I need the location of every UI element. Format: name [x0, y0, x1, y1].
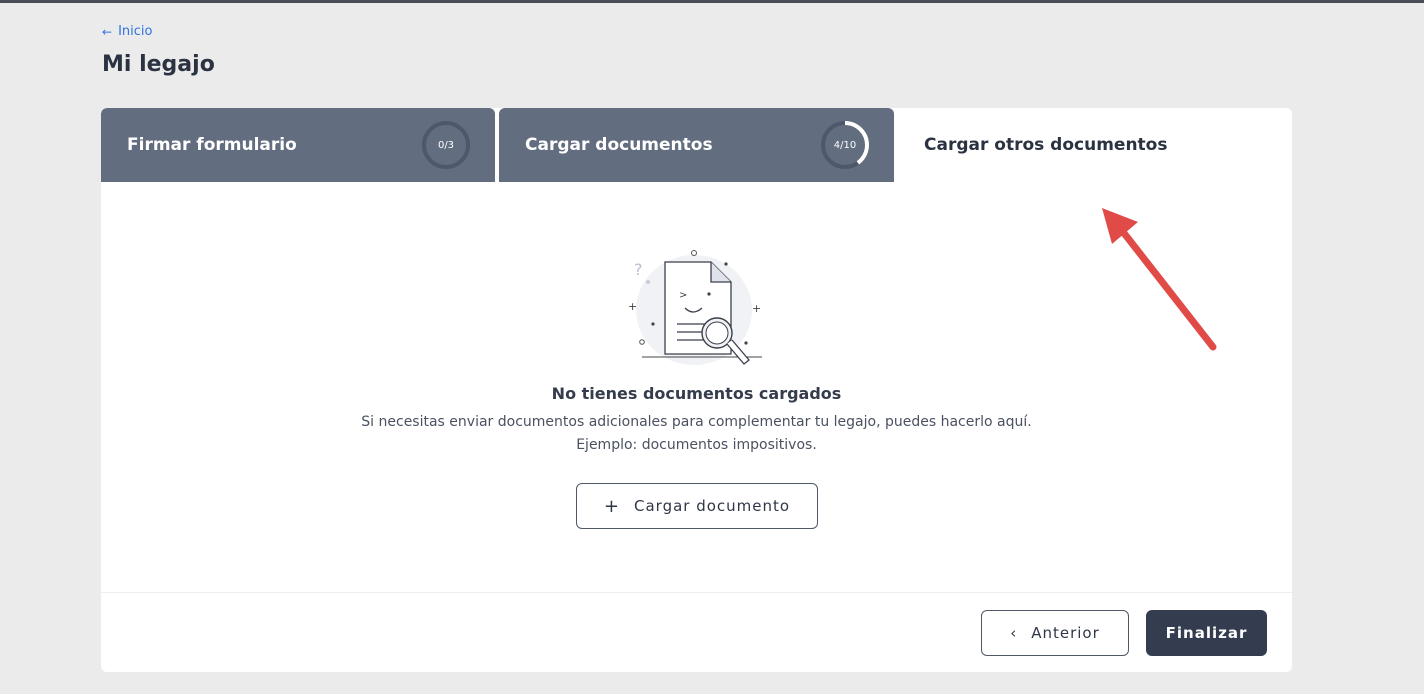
step-tabs: Firmar formulario 0/3 Cargar documentos … — [101, 108, 1292, 182]
tab-label: Cargar documentos — [525, 135, 713, 155]
svg-text:?: ? — [634, 260, 643, 279]
document-search-illustration: ? + + > — [628, 250, 762, 365]
progress-ring: 4/10 — [820, 120, 870, 170]
tab-label: Cargar otros documentos — [924, 135, 1168, 155]
previous-button-label: Anterior — [1031, 624, 1100, 642]
progress-ring: 0/3 — [421, 120, 471, 170]
progress-text: 4/10 — [833, 139, 857, 151]
tab-cargar-documentos[interactable]: Cargar documentos 4/10 — [499, 108, 894, 182]
page-title: Mi legajo — [102, 52, 215, 77]
finish-button[interactable]: Finalizar — [1146, 610, 1267, 656]
upload-document-button[interactable]: + Cargar documento — [576, 483, 818, 529]
description-line: Si necesitas enviar documentos adicional… — [361, 414, 1032, 430]
window-top-border — [0, 0, 1424, 3]
annotation-arrow-icon — [1102, 208, 1217, 351]
chevron-left-icon: ‹ — [1010, 624, 1018, 642]
progress-text: 0/3 — [437, 139, 455, 151]
upload-document-label: Cargar documento — [634, 497, 791, 515]
card-footer: ‹ Anterior Finalizar — [101, 592, 1292, 672]
svg-text:>: > — [679, 290, 687, 301]
legajo-card: Firmar formulario 0/3 Cargar documentos … — [101, 108, 1292, 672]
plus-icon: + — [603, 495, 620, 517]
svg-text:+: + — [752, 302, 761, 315]
tab-firmar-formulario[interactable]: Firmar formulario 0/3 — [101, 108, 495, 182]
tab-cargar-otros-documentos[interactable]: Cargar otros documentos — [898, 108, 1292, 182]
empty-state-description: Si necesitas enviar documentos adicional… — [101, 411, 1292, 457]
empty-state-title: No tienes documentos cargados — [551, 384, 842, 403]
svg-text:+: + — [628, 300, 637, 313]
arrow-left-icon: ← — [102, 24, 113, 39]
back-link[interactable]: ← Inicio — [102, 24, 152, 39]
tab-label: Firmar formulario — [127, 135, 297, 155]
previous-button[interactable]: ‹ Anterior — [981, 610, 1129, 656]
description-line: Ejemplo: documentos impositivos. — [576, 437, 817, 453]
back-link-label: Inicio — [118, 24, 153, 39]
